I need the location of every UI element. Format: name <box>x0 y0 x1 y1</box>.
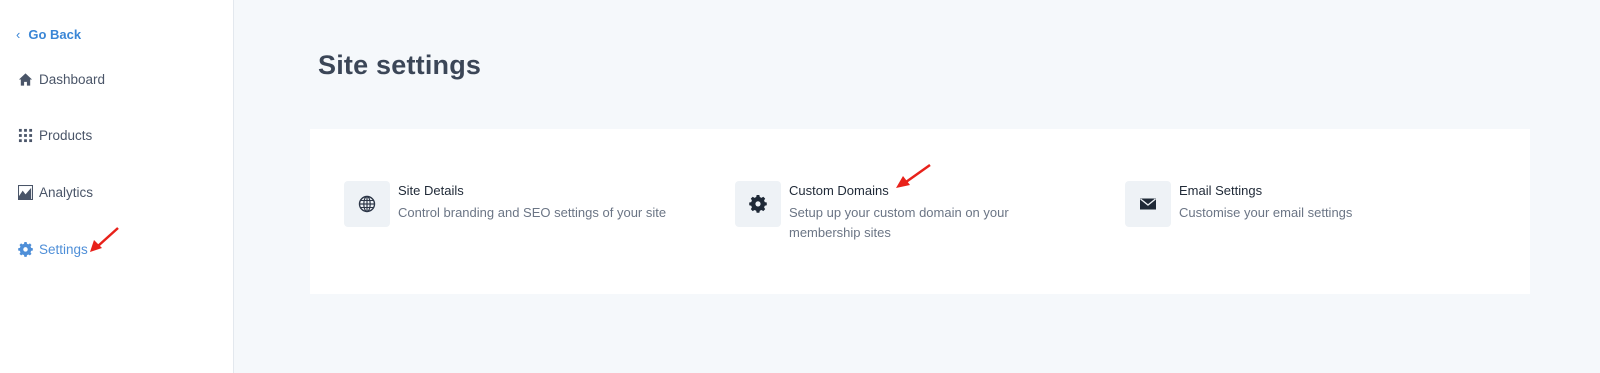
setting-icon-box <box>1125 181 1171 227</box>
gear-icon <box>18 242 33 257</box>
setting-description: Control branding and SEO settings of you… <box>398 205 667 220</box>
setting-icon-box <box>344 181 390 227</box>
main-content: Site settings Site Details Control brand… <box>234 0 1600 373</box>
setting-description: Customise your email settings <box>1179 205 1353 220</box>
envelope-icon <box>1140 198 1156 210</box>
sidebar-item-label: Products <box>39 128 93 143</box>
sidebar-item-settings[interactable]: Settings <box>18 242 88 257</box>
sidebar-item-label: Analytics <box>39 185 94 200</box>
go-back-label: Go Back <box>28 27 82 42</box>
sidebar-item-label: Dashboard <box>39 72 106 87</box>
annotation-arrow <box>896 163 931 188</box>
setting-description: Setup up your custom domain on your memb… <box>789 205 1009 240</box>
annotation-arrow <box>90 227 119 252</box>
sidebar-item-label: Settings <box>39 242 88 257</box>
chevron-left-icon: ‹ <box>16 27 21 42</box>
sidebar-item-dashboard[interactable]: Dashboard <box>18 72 105 87</box>
gear-icon <box>749 195 767 213</box>
sidebar: ‹ Go Back Dashboard Products Analytics S… <box>0 0 234 373</box>
globe-icon <box>358 195 376 213</box>
setting-custom-domains[interactable]: Custom Domains Setup up your custom doma… <box>735 181 1029 243</box>
settings-card: Site Details Control branding and SEO se… <box>310 129 1530 294</box>
page-title: Site settings <box>318 50 482 80</box>
sidebar-item-analytics[interactable]: Analytics <box>18 185 93 200</box>
setting-site-details[interactable]: Site Details Control branding and SEO se… <box>344 181 698 227</box>
chart-icon <box>18 185 33 200</box>
setting-title: Email Settings <box>1179 183 1263 198</box>
setting-email-settings[interactable]: Email Settings Customise your email sett… <box>1125 181 1419 227</box>
grid-icon <box>18 128 33 143</box>
home-icon <box>18 73 33 86</box>
go-back-link[interactable]: ‹ Go Back <box>16 27 81 42</box>
sidebar-item-products[interactable]: Products <box>18 128 92 143</box>
setting-icon-box <box>735 181 781 227</box>
setting-title: Site Details <box>398 183 464 198</box>
